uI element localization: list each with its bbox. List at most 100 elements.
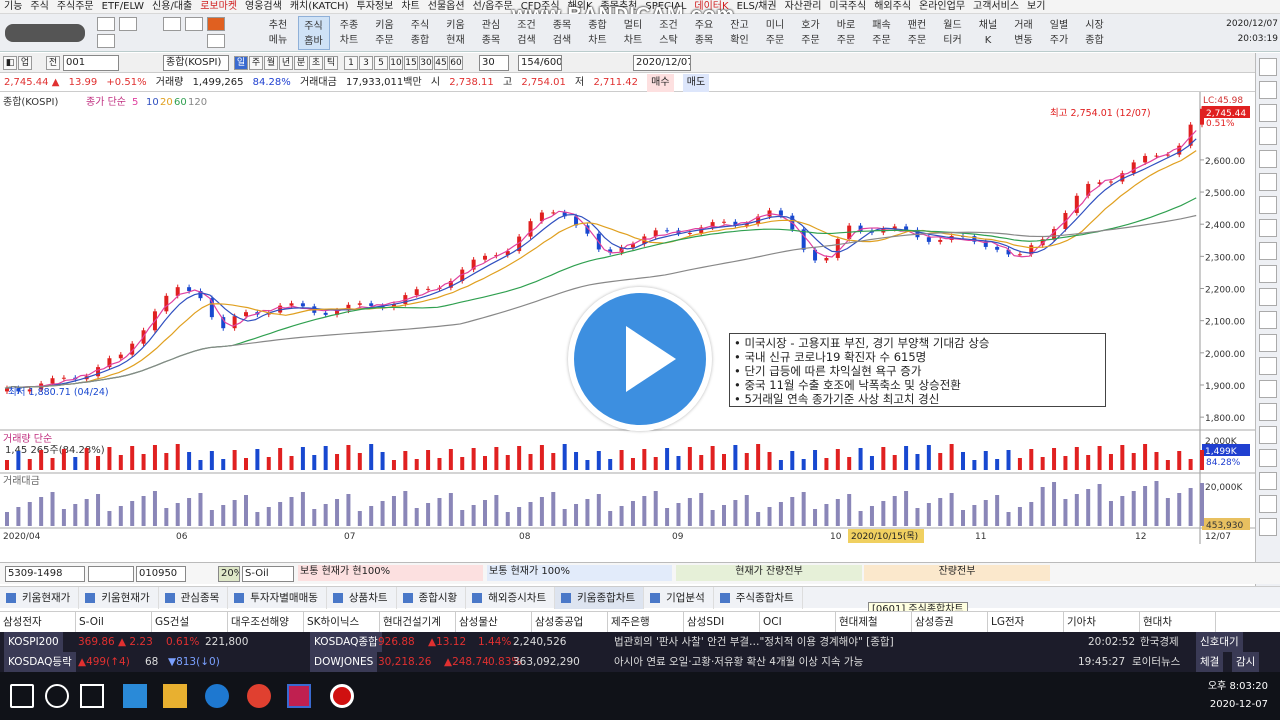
chrome-icon[interactable] bbox=[247, 684, 271, 708]
interval-button[interactable]: 30 bbox=[419, 56, 433, 70]
record-icon[interactable] bbox=[330, 684, 354, 708]
buy-button[interactable]: 매수 bbox=[647, 74, 674, 92]
menu-item[interactable]: 투자정보 bbox=[353, 0, 398, 13]
toolbar-button[interactable]: 멀티 차트 bbox=[617, 16, 649, 50]
toolbar-button[interactable]: 채널 K bbox=[972, 16, 1004, 50]
trading-app-icon[interactable] bbox=[287, 684, 311, 708]
menu-item[interactable]: 보기 bbox=[1023, 0, 1049, 13]
news-headline[interactable]: 아시아 연료 오일·고황·저유황 확산 4개월 이상 지속 가능 bbox=[614, 652, 863, 672]
window-tab[interactable]: 투자자별매매동 bbox=[228, 587, 327, 609]
window-tab[interactable]: 키움종합차트 bbox=[555, 587, 645, 609]
toolbar-button[interactable]: 추천 메뉴 bbox=[262, 16, 294, 50]
period-button[interactable]: 년 bbox=[279, 56, 293, 70]
menu-item[interactable]: 차트 bbox=[397, 0, 423, 13]
draw-tool-icon[interactable] bbox=[1259, 357, 1277, 375]
search-icon[interactable] bbox=[45, 684, 69, 708]
menu-item[interactable]: 선물옵션 bbox=[424, 0, 469, 13]
menu-item[interactable]: 온라인업무 bbox=[915, 0, 969, 13]
toolbar-button[interactable]: 조건 검색 bbox=[511, 16, 543, 50]
stock-link[interactable]: 현대차 bbox=[1140, 612, 1216, 632]
menu-item[interactable]: 로보마켓 bbox=[196, 0, 241, 13]
toolbar-button[interactable]: 주요 종목 bbox=[688, 16, 720, 50]
password-input[interactable] bbox=[88, 566, 134, 582]
menu-item[interactable]: 주식주문 bbox=[53, 0, 98, 13]
toolbar-button[interactable]: 호가 주문 bbox=[795, 16, 827, 50]
toolbar-button[interactable]: 관심 종목 bbox=[475, 16, 507, 50]
desktop-icon[interactable] bbox=[123, 684, 147, 708]
stock-link[interactable]: SK하이닉스 bbox=[304, 612, 380, 632]
sell-all-option[interactable]: 잔량전부 bbox=[864, 565, 1050, 581]
period-button[interactable]: 초 bbox=[309, 56, 323, 70]
interval-button[interactable]: 15 bbox=[404, 56, 418, 70]
sell-condition[interactable]: 보통 현재가 100% bbox=[487, 565, 672, 581]
menu-item[interactable]: 영웅검색 bbox=[241, 0, 286, 13]
grid-icon[interactable] bbox=[97, 34, 115, 48]
toolbar-button[interactable]: 잔고 확인 bbox=[724, 16, 756, 50]
window-tab[interactable]: 상품차트 bbox=[327, 587, 397, 609]
draw-tool-icon[interactable] bbox=[1259, 380, 1277, 398]
menu-item[interactable]: 신용/대출 bbox=[148, 0, 196, 13]
draw-tool-icon[interactable] bbox=[1259, 58, 1277, 76]
window-tab[interactable]: 키움현재가 bbox=[79, 587, 159, 609]
stock-link[interactable]: 삼성전자 bbox=[0, 612, 76, 632]
draw-tool-icon[interactable] bbox=[1259, 265, 1277, 283]
interval-button[interactable]: 45 bbox=[434, 56, 448, 70]
interval-button[interactable]: 60 bbox=[449, 56, 463, 70]
stock-link[interactable]: 삼성중공업 bbox=[532, 612, 608, 632]
search-combo[interactable] bbox=[5, 24, 85, 42]
window-icon[interactable] bbox=[207, 17, 225, 31]
balance-option[interactable]: 현재가 잔량전부 bbox=[676, 565, 862, 581]
stock-link[interactable]: 제주은행 bbox=[608, 612, 684, 632]
margin-pct[interactable]: 20% bbox=[218, 566, 240, 582]
menu-item[interactable]: 미국주식 bbox=[825, 0, 870, 13]
windows-icon[interactable] bbox=[10, 684, 34, 708]
toolbar-button[interactable]: 일별 주가 bbox=[1043, 16, 1075, 50]
draw-tool-icon[interactable] bbox=[1259, 449, 1277, 467]
watch-button[interactable]: 감시 bbox=[1232, 652, 1260, 672]
draw-tool-icon[interactable] bbox=[1259, 196, 1277, 214]
draw-tool-icon[interactable] bbox=[1259, 127, 1277, 145]
stock-link[interactable]: 삼성증권 bbox=[912, 612, 988, 632]
edge-icon[interactable] bbox=[205, 684, 229, 708]
menu-item[interactable]: 기능 bbox=[0, 0, 26, 13]
draw-tool-icon[interactable] bbox=[1259, 104, 1277, 122]
folder-icon[interactable] bbox=[163, 684, 187, 708]
draw-tool-icon[interactable] bbox=[1259, 518, 1277, 536]
draw-tool-icon[interactable] bbox=[1259, 81, 1277, 99]
interval-button[interactable]: 3 bbox=[359, 56, 373, 70]
period-button[interactable]: 일 bbox=[234, 56, 248, 70]
menu-item[interactable]: 해외주식 bbox=[870, 0, 915, 13]
signal-button[interactable]: 신호대기 bbox=[1196, 632, 1243, 652]
menu-item[interactable]: ETF/ELW bbox=[98, 0, 148, 13]
camera-icon[interactable] bbox=[163, 17, 181, 31]
date-input[interactable]: 2020/12/07 bbox=[633, 55, 691, 71]
period-button[interactable]: 분 bbox=[294, 56, 308, 70]
toolbar-button[interactable]: 패속 주문 bbox=[866, 16, 898, 50]
stock-link[interactable]: LG전자 bbox=[988, 612, 1064, 632]
minute-input[interactable]: 30 bbox=[479, 55, 509, 71]
interval-button[interactable]: 1 bbox=[344, 56, 358, 70]
up-icon[interactable]: 업 bbox=[18, 56, 32, 70]
chevron-down-icon[interactable] bbox=[185, 17, 203, 31]
stock-link[interactable]: 현대제철 bbox=[836, 612, 912, 632]
toolbar-button[interactable]: 바로 주문 bbox=[830, 16, 862, 50]
toolbar-button[interactable]: 키움 현재 bbox=[440, 16, 472, 50]
stock-link[interactable]: OCI bbox=[760, 612, 836, 632]
stock-link[interactable]: 대우조선해양 bbox=[228, 612, 304, 632]
draw-tool-icon[interactable] bbox=[1259, 495, 1277, 513]
toolbar-button[interactable]: 월드 티커 bbox=[937, 16, 969, 50]
draw-tool-icon[interactable] bbox=[1259, 173, 1277, 191]
menu-item[interactable]: 고객서비스 bbox=[969, 0, 1023, 13]
toolbar-button[interactable]: 시장 종합 bbox=[1079, 16, 1111, 50]
toolbar-button[interactable]: 주식 홈바 bbox=[297, 16, 330, 50]
draw-tool-icon[interactable] bbox=[1259, 288, 1277, 306]
stock-link[interactable]: 삼성SDI bbox=[684, 612, 760, 632]
draw-tool-icon[interactable] bbox=[1259, 242, 1277, 260]
window-tab[interactable]: 기업분석 bbox=[644, 587, 714, 609]
menu-item[interactable]: 선/옵주문 bbox=[469, 0, 517, 13]
period-button[interactable]: 틱 bbox=[324, 56, 338, 70]
fill-button[interactable]: 체결 bbox=[1196, 652, 1224, 672]
window-tab[interactable]: 종합시황 bbox=[397, 587, 467, 609]
toolbar-button[interactable]: 조건 스탁 bbox=[653, 16, 685, 50]
draw-tool-icon[interactable] bbox=[1259, 403, 1277, 421]
